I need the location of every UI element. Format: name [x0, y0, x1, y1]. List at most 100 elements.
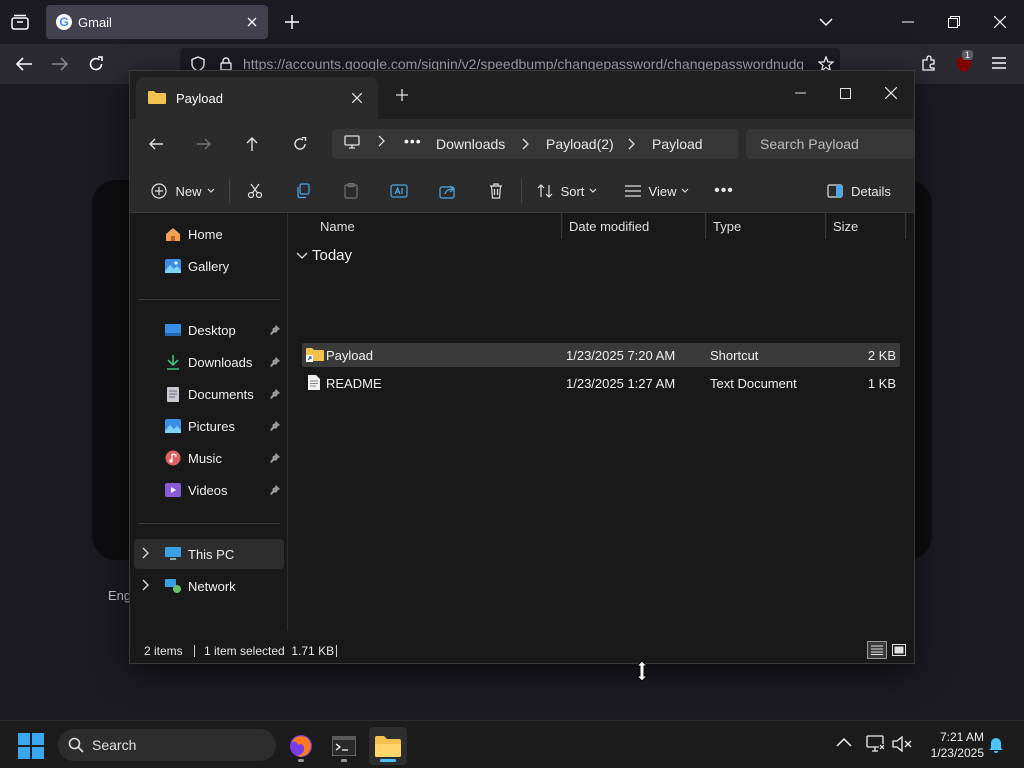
pin-icon[interactable] — [270, 451, 280, 466]
explorer-tab-payload[interactable]: Payload — [136, 77, 378, 119]
details-pane-icon — [827, 184, 843, 198]
up-arrow-icon[interactable] — [240, 132, 264, 156]
computer-icon — [164, 545, 182, 563]
breadcrumb-payload2[interactable]: Payload(2) — [546, 136, 614, 152]
language-selector[interactable]: Eng — [108, 588, 131, 603]
tab-gmail[interactable]: G Gmail — [46, 5, 268, 39]
network-icon[interactable] — [866, 735, 886, 755]
back-arrow-icon[interactable] — [12, 52, 36, 76]
close-icon[interactable] — [348, 89, 366, 107]
new-label: New — [175, 183, 202, 199]
minimize-icon[interactable] — [785, 79, 815, 107]
file-row[interactable]: README 1/23/2025 1:27 AM Text Document 1… — [302, 371, 900, 395]
group-label: Today — [312, 247, 353, 264]
chevron-down-icon[interactable] — [814, 10, 838, 34]
back-arrow-icon[interactable] — [144, 132, 168, 156]
item-count: 2 items — [144, 644, 183, 658]
sort-label: Sort — [560, 183, 585, 199]
terminal-icon — [332, 736, 356, 756]
more-locations-icon[interactable]: ••• — [404, 133, 422, 149]
chevron-right-icon[interactable] — [628, 138, 636, 153]
windows-start-icon[interactable] — [18, 733, 44, 759]
column-divider[interactable] — [905, 213, 906, 239]
column-header-date[interactable]: Date modified — [561, 213, 705, 241]
nav-label: Music — [188, 450, 222, 466]
search-input[interactable]: Search Payload — [746, 129, 914, 159]
chevron-right-icon[interactable] — [142, 579, 150, 594]
firefox-view-icon[interactable] — [8, 10, 32, 34]
minimize-icon[interactable] — [896, 10, 920, 34]
more-options-icon[interactable]: ••• — [711, 177, 737, 205]
resize-cursor-icon — [635, 660, 649, 682]
file-row[interactable]: Payload 1/23/2025 7:20 AM Shortcut 2 KB — [302, 343, 900, 367]
delete-icon[interactable] — [483, 177, 509, 205]
pin-icon[interactable] — [270, 387, 280, 402]
nav-item-downloads[interactable]: Downloads — [134, 347, 284, 377]
nav-item-network[interactable]: Network — [134, 571, 284, 601]
pin-icon[interactable] — [270, 355, 280, 370]
copy-icon[interactable] — [290, 177, 316, 205]
forward-arrow-icon[interactable] — [192, 132, 216, 156]
network-icon — [164, 577, 182, 595]
forward-arrow-icon[interactable] — [48, 52, 72, 76]
group-header-today[interactable]: Today — [296, 247, 352, 264]
share-icon[interactable] — [435, 177, 461, 205]
nav-item-documents[interactable]: Documents — [134, 379, 284, 409]
clock[interactable]: 7:21 AM 1/23/2025 — [922, 729, 984, 761]
large-icons-view-icon[interactable] — [890, 641, 908, 659]
nav-item-videos[interactable]: Videos — [134, 475, 284, 505]
nav-item-home[interactable]: Home — [134, 219, 284, 249]
refresh-icon[interactable] — [288, 132, 312, 156]
new-tab-button[interactable] — [280, 10, 304, 34]
reload-icon[interactable] — [84, 52, 108, 76]
close-icon[interactable] — [876, 79, 906, 107]
nav-item-this-pc[interactable]: This PC — [134, 539, 284, 569]
nav-label: Documents — [188, 386, 254, 402]
taskbar-search-box[interactable]: Search — [58, 729, 276, 761]
restore-icon[interactable] — [942, 10, 966, 34]
file-list-pane: Name Date modified Type Size Today Paylo… — [288, 213, 914, 631]
breadcrumb-payload[interactable]: Payload — [652, 136, 703, 152]
close-icon[interactable] — [244, 14, 260, 30]
view-button[interactable]: View — [624, 177, 690, 205]
taskbar-app-file-explorer[interactable] — [369, 727, 407, 765]
breadcrumb-downloads[interactable]: Downloads — [436, 136, 505, 152]
running-indicator — [380, 759, 396, 762]
pin-icon[interactable] — [270, 419, 280, 434]
chevron-up-icon[interactable] — [836, 735, 854, 753]
taskbar-app-terminal[interactable] — [325, 727, 363, 765]
chevron-right-icon[interactable] — [378, 135, 386, 150]
sort-button[interactable]: Sort — [535, 177, 599, 205]
details-view-icon[interactable] — [867, 641, 887, 659]
column-header-type[interactable]: Type — [705, 213, 825, 241]
chevron-right-icon[interactable] — [142, 547, 150, 562]
nav-item-music[interactable]: Music — [134, 443, 284, 473]
column-header-name[interactable]: Name — [312, 213, 560, 241]
nav-item-gallery[interactable]: Gallery — [134, 251, 284, 281]
maximize-icon[interactable] — [830, 79, 860, 107]
nav-item-desktop[interactable]: Desktop — [134, 315, 284, 345]
pin-icon[interactable] — [270, 483, 280, 498]
close-icon[interactable] — [988, 10, 1012, 34]
selection-info: 1 item selected 1.71 KB — [204, 644, 335, 658]
volume-muted-icon[interactable] — [892, 735, 912, 755]
nav-item-pictures[interactable]: Pictures — [134, 411, 284, 441]
cut-icon[interactable] — [242, 177, 268, 205]
notification-bell-icon[interactable] — [988, 735, 1006, 753]
extensions-puzzle-icon[interactable] — [918, 52, 940, 74]
chevron-right-icon[interactable] — [522, 138, 530, 153]
pictures-icon — [164, 417, 182, 435]
rename-icon[interactable] — [386, 177, 412, 205]
paste-icon[interactable] — [338, 177, 364, 205]
address-bar[interactable]: ••• Downloads Payload(2) Payload — [332, 129, 738, 159]
hamburger-menu-icon[interactable] — [988, 52, 1010, 74]
taskbar-app-firefox[interactable] — [282, 727, 320, 765]
view-label: View — [648, 183, 677, 199]
pin-icon[interactable] — [270, 323, 280, 338]
monitor-icon[interactable] — [344, 135, 360, 152]
column-header-size[interactable]: Size — [825, 213, 905, 241]
details-pane-button[interactable]: Details — [826, 177, 892, 205]
new-button[interactable]: New — [148, 177, 218, 205]
chevron-down-icon — [682, 188, 689, 193]
new-tab-button[interactable] — [392, 85, 412, 105]
